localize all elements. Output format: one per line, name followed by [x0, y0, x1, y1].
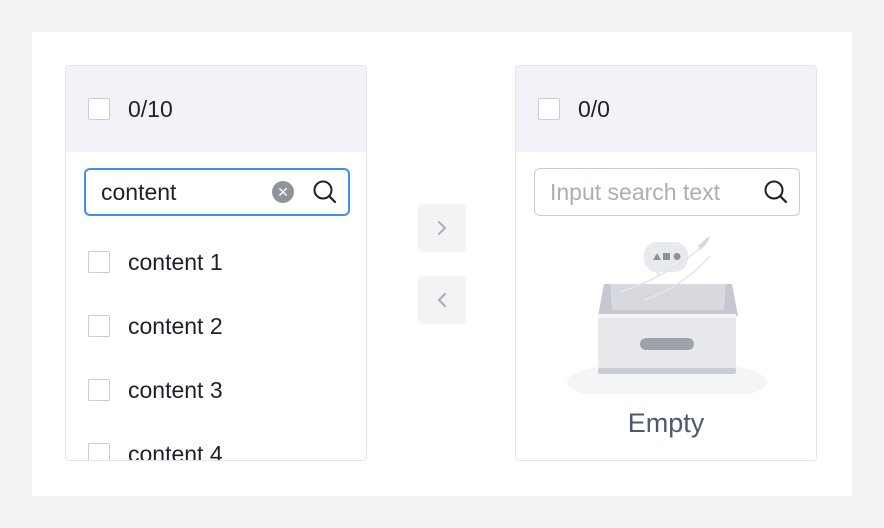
select-all-checkbox-source[interactable]	[88, 98, 110, 120]
chevron-right-icon	[438, 221, 446, 235]
target-search-input[interactable]	[550, 178, 763, 206]
move-to-right-button[interactable]	[418, 204, 466, 252]
target-panel: 0/0 Input search text Empty	[515, 65, 817, 461]
list-item[interactable]: content 2	[66, 294, 366, 358]
search-icon[interactable]	[312, 179, 338, 205]
target-count: 0/0	[578, 95, 610, 122]
empty-label: Empty	[627, 408, 705, 438]
item-checkbox[interactable]	[88, 379, 110, 401]
item-label: content 2	[128, 312, 223, 339]
list-item[interactable]: content 4	[66, 422, 366, 461]
target-panel-header: 0/0	[516, 66, 816, 152]
item-checkbox[interactable]	[88, 251, 110, 273]
empty-state: Empty	[516, 234, 816, 454]
list-item[interactable]: content 1	[66, 230, 366, 294]
list-item[interactable]: content 3	[66, 358, 366, 422]
empty-box-icon	[567, 236, 767, 394]
transfer-container: 0/10 ✕ content 1 content 2 content 3	[32, 32, 852, 496]
source-list: content 1 content 2 content 3 content 4	[66, 230, 366, 461]
source-count: 0/10	[128, 95, 173, 122]
source-search-box: ✕	[84, 168, 350, 216]
source-panel: 0/10 ✕ content 1 content 2 content 3	[65, 65, 367, 461]
target-search-box	[534, 168, 800, 216]
clear-icon[interactable]: ✕	[272, 181, 294, 203]
item-label: content 3	[128, 376, 223, 403]
select-all-checkbox-target[interactable]	[538, 98, 560, 120]
item-checkbox[interactable]	[88, 443, 110, 460]
source-panel-header: 0/10	[66, 66, 366, 152]
item-label: content 1	[128, 248, 223, 275]
chevron-left-icon	[438, 293, 446, 307]
item-label: content 4	[128, 440, 223, 461]
move-to-left-button[interactable]	[418, 276, 466, 324]
item-checkbox[interactable]	[88, 315, 110, 337]
search-icon[interactable]	[763, 179, 789, 205]
source-search-input[interactable]	[101, 178, 272, 206]
